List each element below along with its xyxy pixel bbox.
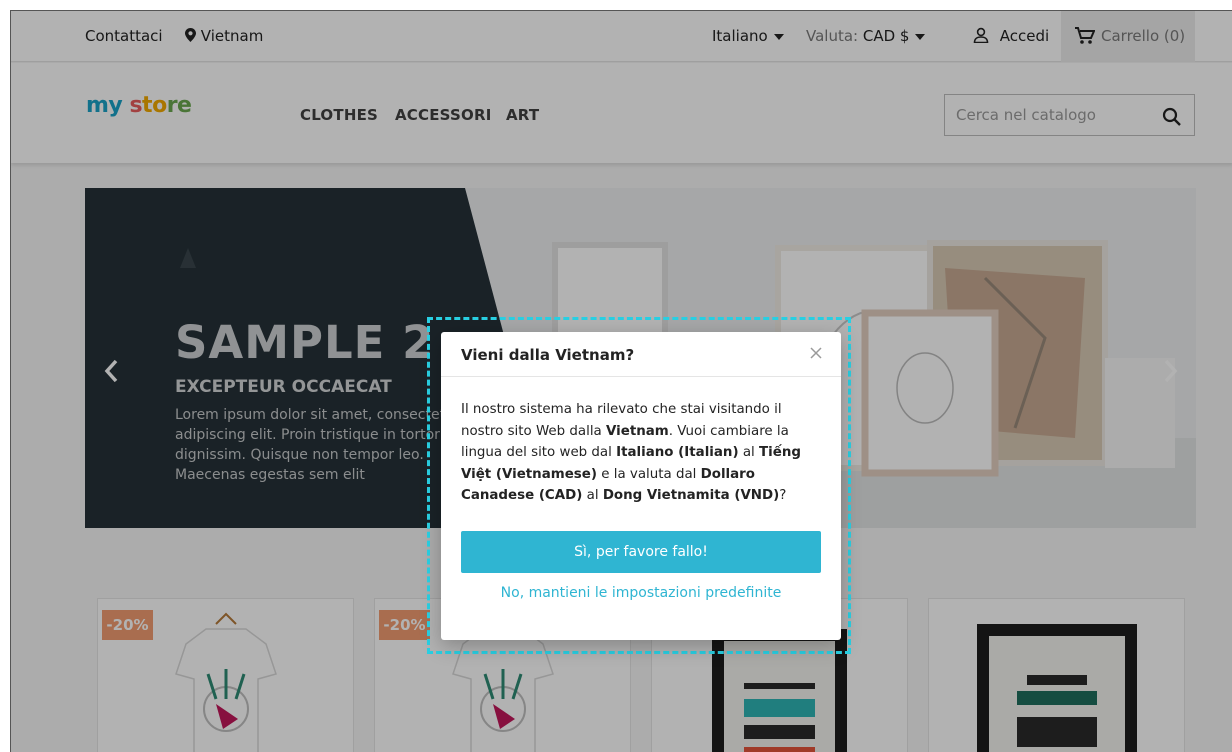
geolocation-modal: Vieni dalla Vietnam? Il nostro sistema h… [441, 332, 841, 640]
message-text: al [738, 445, 760, 460]
modal-header: Vieni dalla Vietnam? [441, 332, 841, 377]
modal-message: Il nostro sistema ha rilevato che stai v… [461, 399, 827, 507]
modal-title: Vieni dalla Vietnam? [461, 346, 635, 364]
message-text: al [582, 488, 603, 503]
message-target-currency: Dong Vietnamita (VND) [602, 488, 780, 503]
confirm-switch-button[interactable]: Sì, per favore fallo! [461, 531, 821, 573]
message-text: e la valuta dal [596, 466, 701, 482]
close-icon[interactable] [809, 346, 823, 360]
browser-viewport: Contattaci Vietnam Italiano Valuta: CAD … [10, 10, 1232, 752]
message-text: ? [779, 488, 787, 503]
message-current-language: Italiano (Italian) [616, 445, 739, 460]
message-country: Vietnam [606, 423, 669, 439]
keep-defaults-link[interactable]: No, mantieni le impostazioni predefinite [441, 585, 841, 601]
